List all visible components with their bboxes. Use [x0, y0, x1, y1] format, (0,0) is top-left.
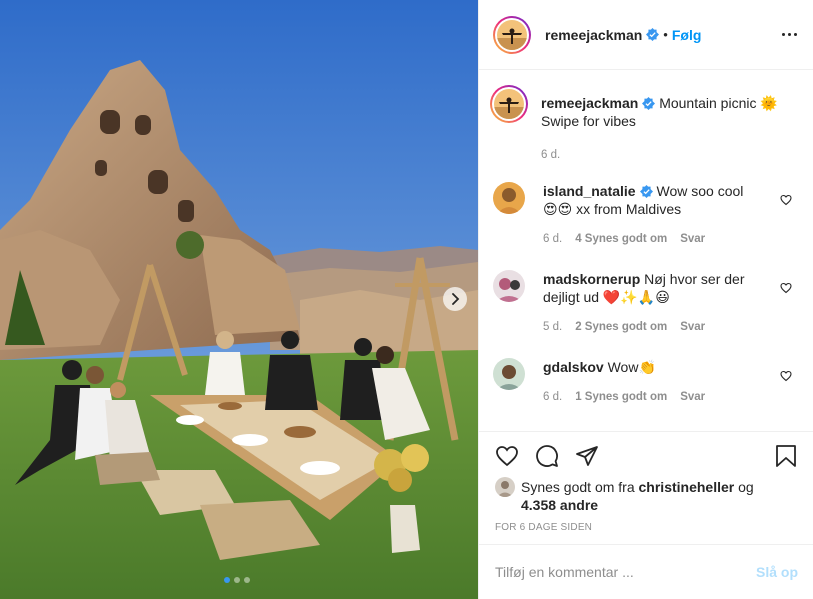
comment-avatar[interactable] — [493, 358, 525, 390]
post-photo[interactable] — [0, 0, 478, 599]
comment-text-line2: 😍😍 xx from Maldives — [543, 201, 682, 217]
post-comment-button[interactable]: Slå op — [756, 564, 798, 580]
post-timestamp[interactable]: FOR 6 DAGE SIDEN — [495, 522, 592, 533]
comment-likes[interactable]: 1 Synes godt om — [575, 388, 667, 406]
share-button[interactable] — [575, 444, 599, 468]
comment-time[interactable]: 6 d. — [543, 230, 562, 248]
reply-button[interactable]: Svar — [680, 230, 705, 248]
comment-username[interactable]: island_natalie — [543, 183, 636, 199]
header-username[interactable]: remeejackman — [545, 27, 642, 43]
comment-text-line2: dejligt ud ❤️✨🙏😃 — [543, 289, 670, 305]
reply-button[interactable]: Svar — [680, 388, 705, 406]
comment-username[interactable]: gdalskov — [543, 359, 604, 375]
likes-summary: Synes godt om fra christineheller og 4.3… — [495, 477, 795, 514]
caption-username[interactable]: remeejackman — [541, 95, 638, 111]
separator-dot: • — [663, 27, 668, 42]
caption: remeejackman Mountain picnic 🌞 Swipe for… — [490, 85, 798, 164]
comment-button[interactable] — [535, 444, 559, 468]
comment-input[interactable] — [495, 564, 756, 580]
caption-time[interactable]: 6 d. — [541, 146, 560, 164]
avatar[interactable] — [493, 15, 531, 54]
likes-connector: og — [738, 479, 754, 495]
verified-badge-icon — [639, 185, 653, 198]
reply-button[interactable]: Svar — [680, 318, 705, 336]
comment-text: Wow👏 — [607, 359, 656, 375]
picnic-photo — [0, 0, 478, 599]
add-comment-bar: Slå op — [479, 544, 813, 599]
carousel-dot — [244, 577, 250, 583]
follow-button[interactable]: Følg — [672, 27, 702, 43]
caption-text-line2: Swipe for vibes — [541, 113, 636, 129]
likes-others[interactable]: 4.358 andre — [521, 497, 598, 513]
post-panel: remeejackman • Følg remeejackman Mountai… — [478, 0, 813, 599]
comment-username[interactable]: madskornerup — [543, 271, 640, 287]
comment-avatar[interactable] — [493, 182, 525, 214]
heart-icon[interactable] — [780, 370, 792, 382]
comment-avatar[interactable] — [493, 270, 525, 302]
post-header: remeejackman • Følg — [479, 0, 813, 70]
comment-item: madskornerup Nøj hvor ser der dejligt ud… — [493, 270, 798, 336]
carousel-dots — [224, 577, 250, 583]
comment-text: Wow soo cool — [656, 183, 744, 199]
carousel-next-button[interactable] — [443, 287, 467, 311]
comment-item: island_natalie Wow soo cool 😍😍 xx from M… — [493, 182, 798, 248]
comment-text: Nøj hvor ser der — [644, 271, 745, 287]
liker-username[interactable]: christineheller — [639, 479, 735, 495]
more-options-button[interactable] — [782, 33, 797, 36]
carousel-dot — [234, 577, 240, 583]
paper-plane-icon — [576, 446, 598, 466]
likes-prefix: Synes godt om fra — [521, 479, 635, 495]
like-button[interactable] — [495, 444, 519, 468]
post-actions: Synes godt om fra christineheller og 4.3… — [479, 431, 813, 561]
liker-avatar[interactable] — [495, 477, 515, 497]
comment-time[interactable]: 5 d. — [543, 318, 562, 336]
carousel-dot — [224, 577, 230, 583]
comment-icon — [536, 445, 558, 467]
comment-time[interactable]: 6 d. — [543, 388, 562, 406]
save-button[interactable] — [775, 444, 797, 468]
bookmark-icon — [776, 445, 796, 467]
avatar-image — [497, 19, 527, 50]
heart-icon[interactable] — [780, 194, 792, 206]
comment-likes[interactable]: 4 Synes godt om — [575, 230, 667, 248]
verified-badge-icon — [646, 28, 660, 41]
comment-item: gdalskov Wow👏 6 d. 1 Synes godt om Svar — [493, 358, 798, 406]
comment-likes[interactable]: 2 Synes godt om — [575, 318, 667, 336]
heart-icon[interactable] — [780, 282, 792, 294]
heart-icon — [496, 446, 518, 467]
verified-badge-icon — [642, 97, 656, 110]
caption-text: Mountain picnic 🌞 — [659, 95, 778, 111]
chevron-right-icon — [452, 293, 460, 305]
instagram-post: remeejackman • Følg remeejackman Mountai… — [0, 0, 813, 599]
caption-avatar[interactable] — [490, 85, 528, 123]
comments-list: remeejackman Mountain picnic 🌞 Swipe for… — [479, 71, 813, 431]
more-icon — [782, 33, 785, 36]
